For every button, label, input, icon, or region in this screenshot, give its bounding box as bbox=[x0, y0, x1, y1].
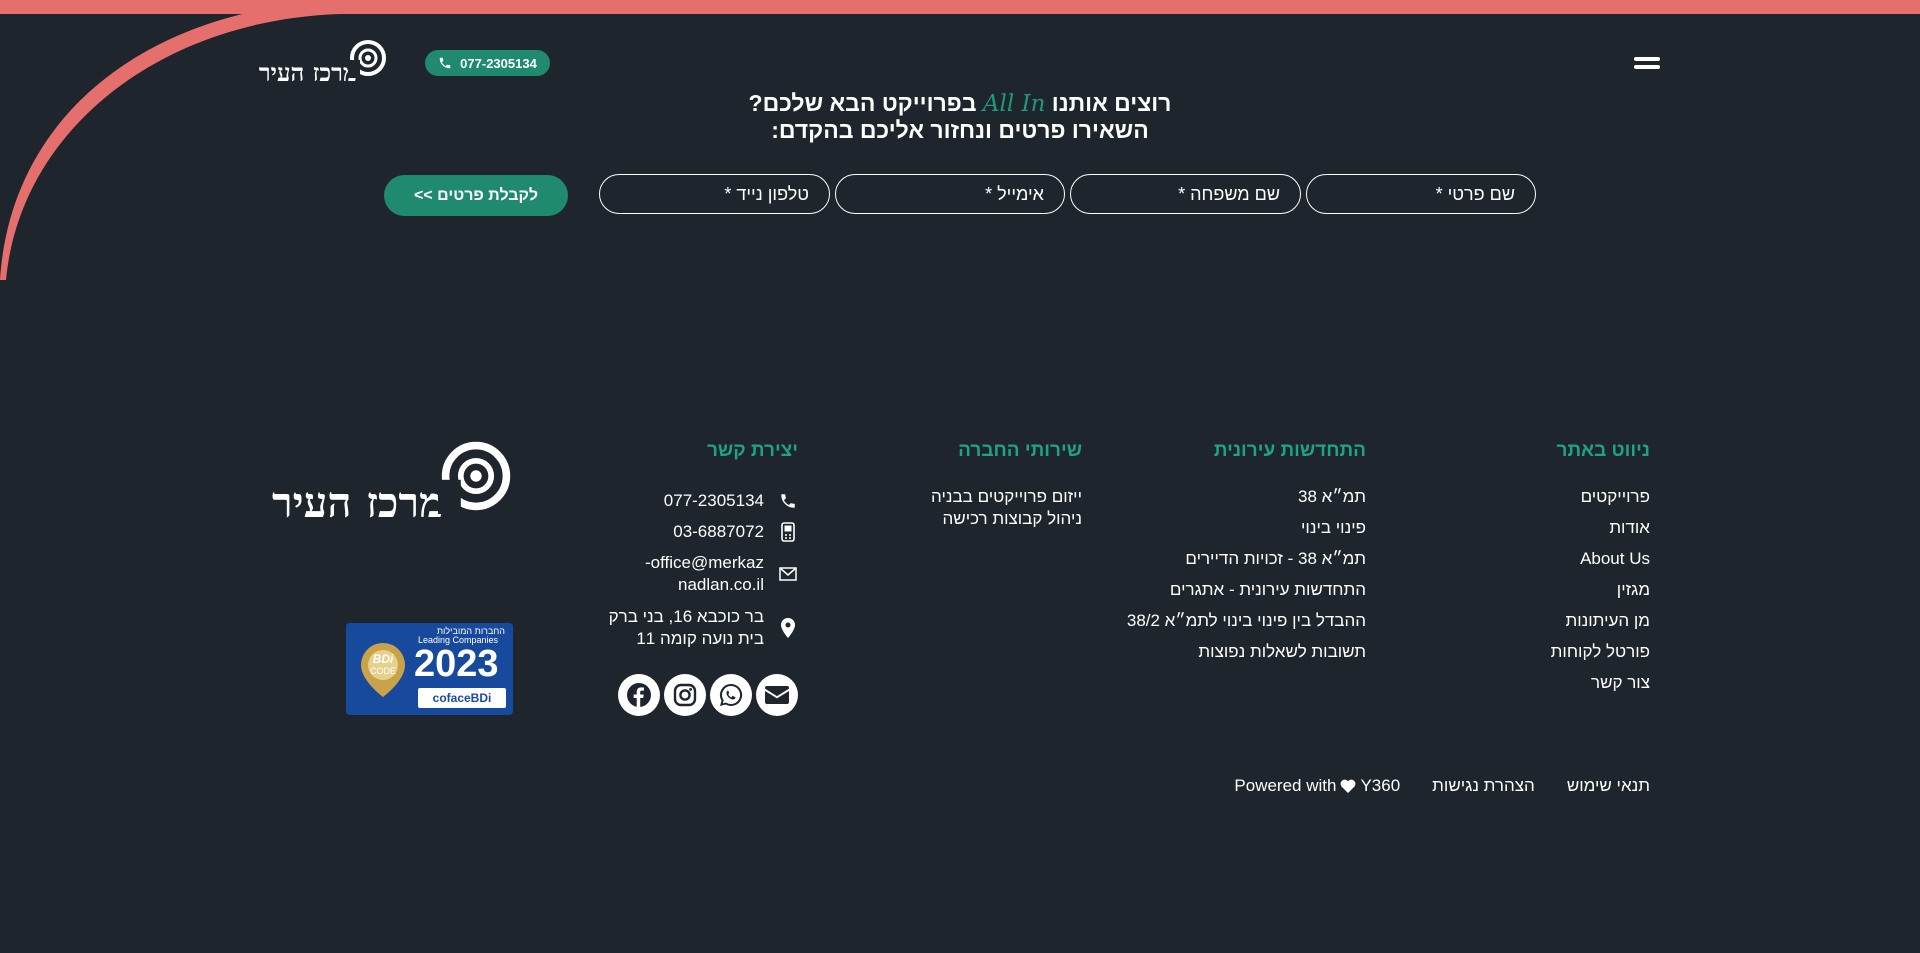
mobile-phone-field[interactable] bbox=[599, 174, 830, 214]
social-links bbox=[618, 674, 798, 716]
service-link[interactable]: ייזום פרוייקטים בבניה bbox=[931, 486, 1082, 508]
nav-title: ניווט באתר bbox=[1556, 440, 1650, 461]
map-pin-icon bbox=[778, 618, 798, 638]
phone-icon bbox=[778, 491, 798, 511]
powered-prefix: Powered with bbox=[1234, 776, 1337, 795]
powered-suffix: Y360 bbox=[1360, 776, 1401, 795]
powered-by[interactable]: Powered with Y360 bbox=[1234, 776, 1400, 796]
nav-link[interactable]: פרוייקטים bbox=[1551, 481, 1650, 512]
logo-target-icon bbox=[348, 40, 386, 78]
whatsapp-icon[interactable] bbox=[710, 674, 752, 716]
menu-icon[interactable] bbox=[1634, 57, 1660, 71]
cta-line1-end: בפרוייקט הבא שלכם? bbox=[748, 90, 977, 116]
mobile-phone-icon bbox=[778, 522, 798, 542]
email-line2: nadlan.co.il bbox=[677, 575, 764, 594]
service-link[interactable]: ניהול קבוצות רכישה bbox=[931, 508, 1082, 530]
email-field[interactable] bbox=[835, 174, 1065, 214]
email-line1: office@merkaz- bbox=[645, 553, 764, 572]
cta-allin: All In bbox=[982, 91, 1046, 117]
nav-link[interactable]: About Us bbox=[1551, 543, 1650, 574]
urban-link[interactable]: פינוי בינוי bbox=[1127, 512, 1366, 543]
services-title: שירותי החברה bbox=[958, 440, 1082, 461]
first-name-input[interactable] bbox=[1307, 175, 1535, 213]
bdi-award-badge: החברות המובילות Leading Companies BDi CO… bbox=[346, 623, 513, 715]
contact-address[interactable]: בר כוכבא 16, בני ברק בית נועה קומה 11 bbox=[609, 606, 798, 650]
contact-title: יצירת קשר bbox=[706, 440, 798, 461]
last-name-input[interactable] bbox=[1071, 175, 1300, 213]
badge-brand: cofaceBDi bbox=[418, 688, 506, 708]
footer-logo-text: מרכז העיר bbox=[272, 478, 444, 527]
nav-link[interactable]: צור קשר bbox=[1551, 667, 1650, 698]
email-input[interactable] bbox=[836, 175, 1064, 213]
badge-seal-line1: BDi bbox=[372, 652, 394, 666]
contact-phone1[interactable]: 077-2305134 bbox=[664, 490, 798, 512]
urban-link[interactable]: תשובות לשאלות נפוצות bbox=[1127, 636, 1366, 667]
email-icon[interactable] bbox=[756, 674, 798, 716]
nav-link[interactable]: אודות bbox=[1551, 512, 1650, 543]
urban-link[interactable]: התחדשות עירונית - אתגרים bbox=[1127, 574, 1366, 605]
urban-link[interactable]: ההבדל בין פינוי בינוי לתמ״א 38/2 bbox=[1127, 605, 1366, 636]
logo-target-icon bbox=[438, 441, 511, 514]
urban-link[interactable]: תמ״א 38 bbox=[1127, 481, 1366, 512]
nav-link[interactable]: פורטל לקוחות bbox=[1551, 636, 1650, 667]
first-name-field[interactable] bbox=[1306, 174, 1536, 214]
nav-link[interactable]: מגזין bbox=[1551, 574, 1650, 605]
urban-link[interactable]: תמ״א 38 - זכויות הדיירים bbox=[1127, 543, 1366, 574]
logo-text: מרכז העיר bbox=[258, 58, 358, 87]
cta-line2: השאירו פרטים ונחזור אליכם בהקדם: bbox=[771, 117, 1149, 143]
contact-phone1-text: 077-2305134 bbox=[663, 491, 764, 510]
services-list: ייזום פרוייקטים בבניה ניהול קבוצות רכישה bbox=[931, 486, 1082, 530]
cta-line1-start: רוצים אותנו bbox=[1051, 90, 1172, 116]
submit-button[interactable]: לקבלת פרטים >> bbox=[384, 175, 568, 216]
phone-icon bbox=[439, 57, 451, 69]
contact-email[interactable]: office@merkaz- nadlan.co.il bbox=[645, 552, 798, 596]
contact-phone2[interactable]: 03-6887072 bbox=[673, 521, 798, 543]
cta-heading: רוצים אותנו All In בפרוייקט הבא שלכם? הש… bbox=[660, 90, 1260, 143]
accessibility-link[interactable]: הצהרת נגישות bbox=[1432, 776, 1535, 796]
heart-icon bbox=[1341, 779, 1356, 793]
nav-list: פרוייקטים אודות About Us מגזין מן העיתונ… bbox=[1551, 481, 1650, 698]
last-name-field[interactable] bbox=[1070, 174, 1301, 214]
header-phone-button[interactable]: 077-2305134 bbox=[425, 50, 550, 76]
contact-email-text: office@merkaz- nadlan.co.il bbox=[645, 552, 764, 596]
contact-phone2-text: 03-6887072 bbox=[673, 522, 764, 541]
mobile-phone-input[interactable] bbox=[600, 175, 829, 213]
nav-link[interactable]: מן העיתונות bbox=[1551, 605, 1650, 636]
header-phone-number: 077-2305134 bbox=[460, 55, 537, 71]
contact-address-text: בר כוכבא 16, בני ברק בית נועה קומה 11 bbox=[609, 606, 764, 650]
instagram-icon[interactable] bbox=[664, 674, 706, 716]
address-line2: בית נועה קומה 11 bbox=[636, 629, 764, 648]
address-line1: בר כוכבא 16, בני ברק bbox=[608, 607, 764, 626]
urban-title: התחדשות עירונית bbox=[1213, 440, 1366, 461]
header-logo[interactable]: מרכז העיר bbox=[258, 38, 388, 90]
footer-logo[interactable]: מרכז העיר bbox=[268, 438, 518, 538]
badge-seal-line2: CODE bbox=[369, 666, 396, 676]
bottom-links: תנאי שימוש הצהרת נגישות Powered with Y36… bbox=[1234, 776, 1650, 796]
envelope-icon bbox=[778, 564, 798, 584]
urban-list: תמ״א 38 פינוי בינוי תמ״א 38 - זכויות הדי… bbox=[1127, 481, 1366, 667]
terms-link[interactable]: תנאי שימוש bbox=[1567, 776, 1650, 796]
badge-year: 2023 bbox=[414, 643, 499, 685]
facebook-icon[interactable] bbox=[618, 674, 660, 716]
